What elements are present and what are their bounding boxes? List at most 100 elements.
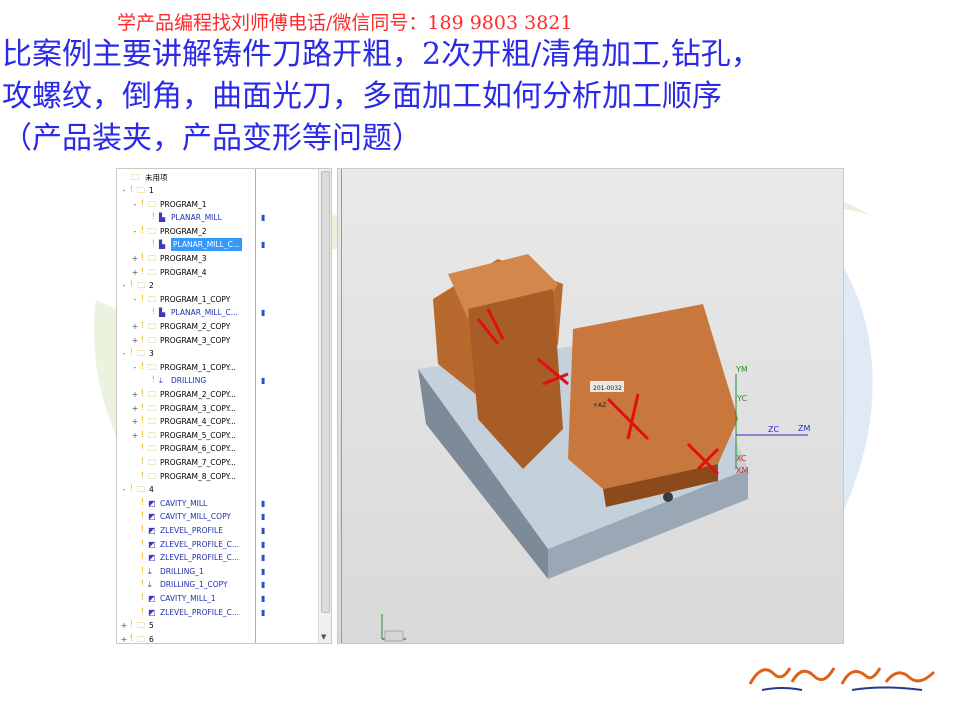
tree-row[interactable]: ǃ ◩ CAVITY_MILL ▮ [117, 497, 319, 510]
tree-row[interactable]: - ǃ 🗀 PROGRAM_2 [117, 225, 319, 238]
expand-icon[interactable]: + [120, 633, 128, 643]
tree-row[interactable]: ǃ ◩ ZLEVEL_PROFILE_C... ▮ [117, 538, 319, 551]
tree-row[interactable]: + ǃ 🗀 PROGRAM_2_COPY [117, 320, 319, 333]
tree-row[interactable]: ǃ ▙ PLANAR_MILL_C... ▮ [117, 306, 319, 319]
status-key-icon: ǃ [152, 239, 155, 250]
folder-icon: 🗀 [137, 485, 145, 495]
expand-icon[interactable]: + [131, 252, 139, 265]
tree-row[interactable]: - ǃ 🗀 2 [117, 279, 319, 292]
navigator-scrollbar[interactable]: ▼ [318, 169, 331, 643]
tree-row[interactable]: - ǃ 🗀 PROGRAM_1_COPY [117, 293, 319, 306]
tree-row[interactable]: + ǃ 🗀 PROGRAM_5_COPY... [117, 429, 319, 442]
folder-icon: 🗀 [148, 254, 156, 263]
tree-row-label: 5 [149, 621, 154, 631]
status-key-icon: ǃ [141, 497, 144, 508]
tree-row-label: ZLEVEL_PROFILE [160, 526, 223, 535]
expand-icon[interactable]: + [131, 266, 139, 279]
status-key-icon: ǃ [141, 443, 144, 454]
tree-row[interactable]: + ǃ 🗀 PROGRAM_4 [117, 266, 319, 279]
collapse-icon[interactable]: - [120, 279, 128, 292]
status-key-icon: ǃ [152, 375, 155, 386]
tree-row-unused[interactable]: 🗀 未用项 [117, 171, 319, 184]
tree-row[interactable]: + ǃ 🗀 PROGRAM_3_COPY... [117, 402, 319, 415]
status-key-icon: ǃ [141, 416, 144, 427]
zlevel-profile-icon: ◩ [148, 607, 156, 617]
tree-row[interactable]: ǃ ◩ ZLEVEL_PROFILE ▮ [117, 524, 319, 537]
tree-row[interactable]: ǃ ◩ CAVITY_MILL_COPY ▮ [117, 510, 319, 523]
toolpath-status-icon: ▮ [261, 308, 266, 318]
status-key-icon: ǃ [141, 334, 144, 345]
graphics-viewport[interactable]: 201-0032 +AZ YM YC ZC ZM XC XM [337, 168, 844, 644]
tree-row[interactable]: ǃ ▙ PLANAR_MILL_C... ▮ [117, 238, 319, 252]
folder-icon: 🗀 [148, 444, 156, 454]
axis-label-xc: XC [736, 454, 747, 463]
tree-row[interactable]: - ǃ 🗀 4 [117, 483, 319, 496]
folder-icon: 🗀 [148, 403, 156, 413]
tree-row[interactable]: + ǃ 🗀 PROGRAM_3_COPY [117, 334, 319, 347]
tree-row[interactable]: - ǃ 🗀 PROGRAM_1_COPY... [117, 361, 319, 374]
tree-row[interactable]: ǃ ◩ ZLEVEL_PROFILE_C... ▮ [117, 606, 319, 619]
collapse-icon[interactable]: - [120, 483, 128, 496]
cad-model[interactable]: 201-0032 +AZ [338, 169, 843, 643]
expand-icon[interactable]: + [120, 619, 128, 632]
status-key-icon: ǃ [141, 565, 144, 576]
collapse-icon[interactable]: - [120, 184, 128, 197]
tree-row[interactable]: + ǃ 🗀 PROGRAM_2_COPY... [117, 388, 319, 401]
toolpath-status-icon: ▮ [261, 526, 266, 535]
toolpath-status-icon: ▮ [261, 498, 266, 508]
folder-icon: 🗀 [148, 458, 156, 467]
status-key-icon: ǃ [141, 579, 144, 590]
tree-row-label: ZLEVEL_PROFILE_C... [160, 607, 240, 617]
axis-label-ym: YM [736, 365, 748, 374]
axis-label-zm: ZM [798, 424, 811, 433]
toolpath-status-icon: ▮ [261, 240, 266, 250]
folder-icon: 🗀 [148, 417, 156, 427]
drilling-icon: ⤓ [159, 376, 163, 386]
collapse-icon[interactable]: - [131, 361, 139, 374]
tree-row[interactable]: - ǃ 🗀 PROGRAM_1 [117, 198, 319, 211]
company-logo [748, 667, 936, 691]
tree-row[interactable]: - ǃ 🗀 3 [117, 347, 319, 360]
expand-icon[interactable]: + [131, 334, 139, 347]
expand-icon[interactable]: + [131, 429, 139, 442]
status-key-icon: ǃ [141, 266, 144, 277]
expand-icon[interactable]: + [131, 320, 139, 333]
scrollbar-thumb[interactable] [321, 171, 330, 613]
tree-row[interactable]: ǃ ⤓ DRILLING_1_COPY ▮ [117, 578, 319, 591]
expand-icon[interactable]: + [131, 402, 139, 415]
collapse-icon[interactable]: - [131, 293, 139, 306]
tree-row[interactable]: ǃ ⤓ DRILLING ▮ [117, 374, 319, 387]
tree-row[interactable]: ǃ ▙ PLANAR_MILL ▮ [117, 211, 319, 224]
operation-navigator[interactable]: 🗀 未用项 - ǃ 🗀 1- ǃ 🗀 PROGRAM_1 ǃ ▙ PLANAR_MILL ▮ - ǃ 🗀 P… [116, 168, 332, 644]
tree-row-label: CAVITY_MILL_1 [160, 594, 216, 603]
toolpath-status-icon: ▮ [261, 607, 266, 617]
tree-row[interactable]: + ǃ 🗀 5 [117, 619, 319, 632]
zlevel-profile-icon: ◩ [148, 539, 156, 549]
tree-row[interactable]: - ǃ 🗀 1 [117, 184, 319, 197]
casting-top-plate [568, 304, 738, 489]
tree-row-label: PROGRAM_3_COPY [160, 335, 231, 345]
axis-label-xm: XM [736, 466, 749, 475]
collapse-icon[interactable]: - [131, 198, 139, 211]
folder-icon: 🗀 [148, 362, 156, 372]
origin-triad-box [384, 630, 404, 642]
tree-row[interactable]: ǃ 🗀 PROGRAM_8_COPY... [117, 470, 319, 483]
tree-row-label: PROGRAM_1 [160, 199, 207, 209]
course-headline: 比案例主要讲解铸件刀路开粗，2次开粗/清角加工,钻孔， 攻螺纹，倒角，曲面光刀，… [2, 34, 952, 160]
collapse-icon[interactable]: - [120, 347, 128, 360]
tree-row[interactable]: + ǃ 🗀 PROGRAM_3 [117, 252, 319, 265]
tree-row[interactable]: ǃ ⤓ DRILLING_1 ▮ [117, 565, 319, 578]
tree-row[interactable]: + ǃ 🗀 6 [117, 633, 319, 643]
tree-row-label: PROGRAM_2_COPY [160, 322, 231, 331]
expand-icon[interactable]: + [131, 388, 139, 401]
tree-row[interactable]: ǃ 🗀 PROGRAM_7_COPY... [117, 456, 319, 469]
collapse-icon[interactable]: - [131, 225, 139, 238]
tree-row[interactable]: ǃ 🗀 PROGRAM_6_COPY... [117, 442, 319, 455]
expand-icon[interactable]: + [131, 415, 139, 428]
scroll-down-arrow-icon[interactable]: ▼ [321, 633, 326, 641]
tree-row[interactable]: ǃ ◩ CAVITY_MILL_1 ▮ [117, 592, 319, 605]
status-key-icon: ǃ [141, 606, 144, 617]
tree-row[interactable]: ǃ ◩ ZLEVEL_PROFILE_C... ▮ [117, 551, 319, 564]
tree-row-label: 3 [149, 349, 154, 359]
tree-row[interactable]: + ǃ 🗀 PROGRAM_4_COPY... [117, 415, 319, 428]
